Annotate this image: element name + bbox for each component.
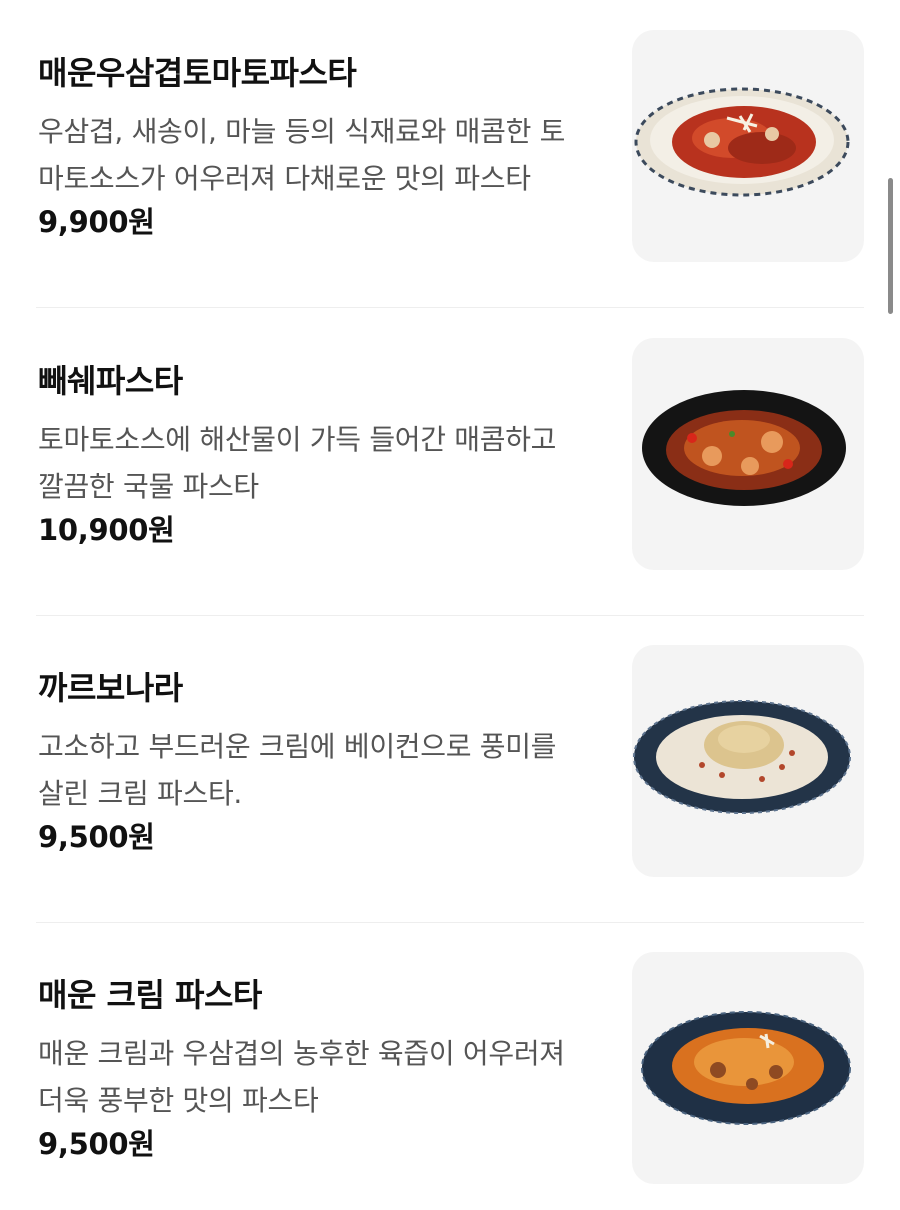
menu-item-thumbnail[interactable] [632, 645, 864, 877]
menu-item-price: 9,500원 [38, 820, 155, 854]
pescatore-pasta-image [642, 390, 846, 506]
menu-item-name: 매운 크림 파스타 [38, 976, 262, 1014]
menu-item-description: 토마토소스에 해산물이 가득 들어간 매콤하고 깔끔한 국물 파스타 [38, 423, 557, 503]
menu-item-price: 9,900원 [38, 205, 155, 239]
menu-item-thumbnail[interactable] [632, 30, 864, 262]
menu-item-spicy-cream-pasta[interactable]: 매운 크림 파스타 매운 크림과 우삼겹의 농후한 육즙이 어우러져 더욱 풍부… [36, 922, 864, 1210]
scrollbar[interactable] [888, 178, 893, 314]
menu-item-price: 10,900원 [38, 513, 175, 547]
menu-item-description: 고소하고 부드러운 크림에 베이컨으로 풍미를 살린 크림 파스타. [38, 730, 557, 810]
menu-item-name: 매운우삼겹토마토파스타 [38, 54, 357, 92]
menu-item-name: 빼쉐파스타 [38, 362, 183, 400]
menu-item-pescatore-pasta[interactable]: 빼쉐파스타 토마토소스에 해산물이 가득 들어간 매콤하고 깔끔한 국물 파스타… [36, 308, 864, 616]
menu-item-carbonara[interactable]: 까르보나라 고소하고 부드러운 크림에 베이컨으로 풍미를 살린 크림 파스타.… [36, 615, 864, 923]
menu-item-price: 9,500원 [38, 1127, 155, 1161]
spicy-cream-pasta-image [641, 1011, 851, 1125]
menu-item-spicy-beef-tomato-pasta[interactable]: 매운우삼겹토마토파스타 우삼겹, 새송이, 마늘 등의 식재료와 매콤한 토마토… [36, 0, 864, 308]
spicy-beef-tomato-pasta-image [634, 87, 850, 197]
carbonara-image [633, 700, 851, 814]
menu-item-thumbnail[interactable] [632, 338, 864, 570]
menu-item-description: 우삼겹, 새송이, 마늘 등의 식재료와 매콤한 토마토소스가 어우러져 다채로… [38, 115, 566, 195]
menu-item-name: 까르보나라 [38, 669, 183, 707]
menu-item-description: 매운 크림과 우삼겹의 농후한 육즙이 어우러져 더욱 풍부한 맛의 파스타 [38, 1037, 565, 1117]
menu-item-thumbnail[interactable] [632, 952, 864, 1184]
menu-list: 매운우삼겹토마토파스타 우삼겹, 새송이, 마늘 등의 식재료와 매콤한 토마토… [0, 0, 900, 1210]
